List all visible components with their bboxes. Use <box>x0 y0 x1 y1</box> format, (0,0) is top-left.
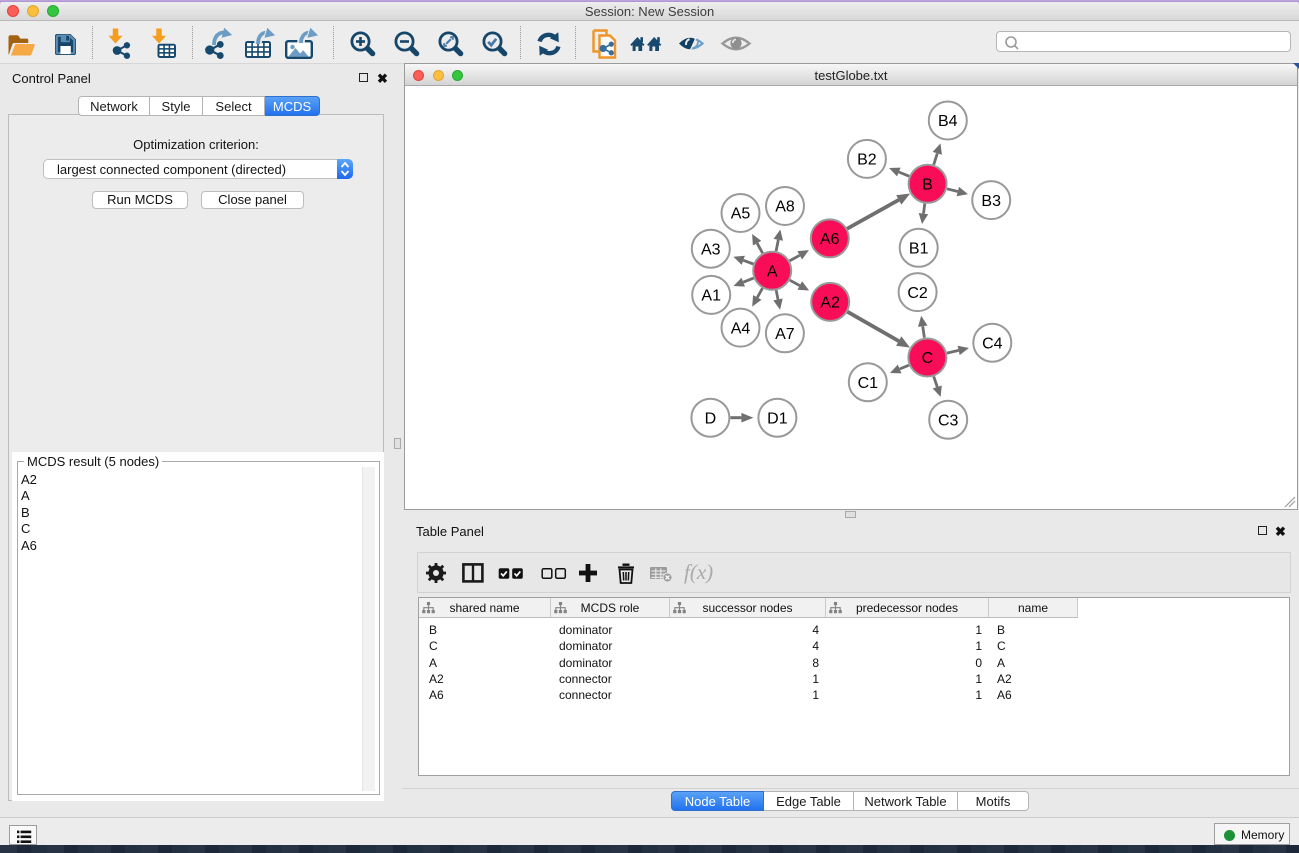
svg-text:A3: A3 <box>701 241 721 258</box>
svg-text:A: A <box>767 263 778 280</box>
svg-text:B3: B3 <box>981 193 1001 210</box>
svg-text:C3: C3 <box>938 412 959 429</box>
svg-text:B: B <box>922 177 933 194</box>
svg-text:B1: B1 <box>909 241 929 258</box>
svg-text:B2: B2 <box>857 152 877 169</box>
svg-text:A2: A2 <box>820 295 840 312</box>
svg-text:A6: A6 <box>820 231 840 248</box>
svg-text:B4: B4 <box>938 113 958 130</box>
svg-text:C1: C1 <box>858 375 879 392</box>
svg-text:A1: A1 <box>701 288 721 305</box>
svg-text:A7: A7 <box>775 326 795 343</box>
svg-text:C4: C4 <box>982 335 1003 352</box>
svg-text:D1: D1 <box>767 410 788 427</box>
svg-text:C2: C2 <box>907 285 928 302</box>
svg-text:C: C <box>922 350 934 367</box>
svg-text:A8: A8 <box>775 199 795 216</box>
svg-text:A5: A5 <box>731 206 751 223</box>
svg-text:D: D <box>705 410 717 427</box>
svg-text:A4: A4 <box>731 320 751 337</box>
